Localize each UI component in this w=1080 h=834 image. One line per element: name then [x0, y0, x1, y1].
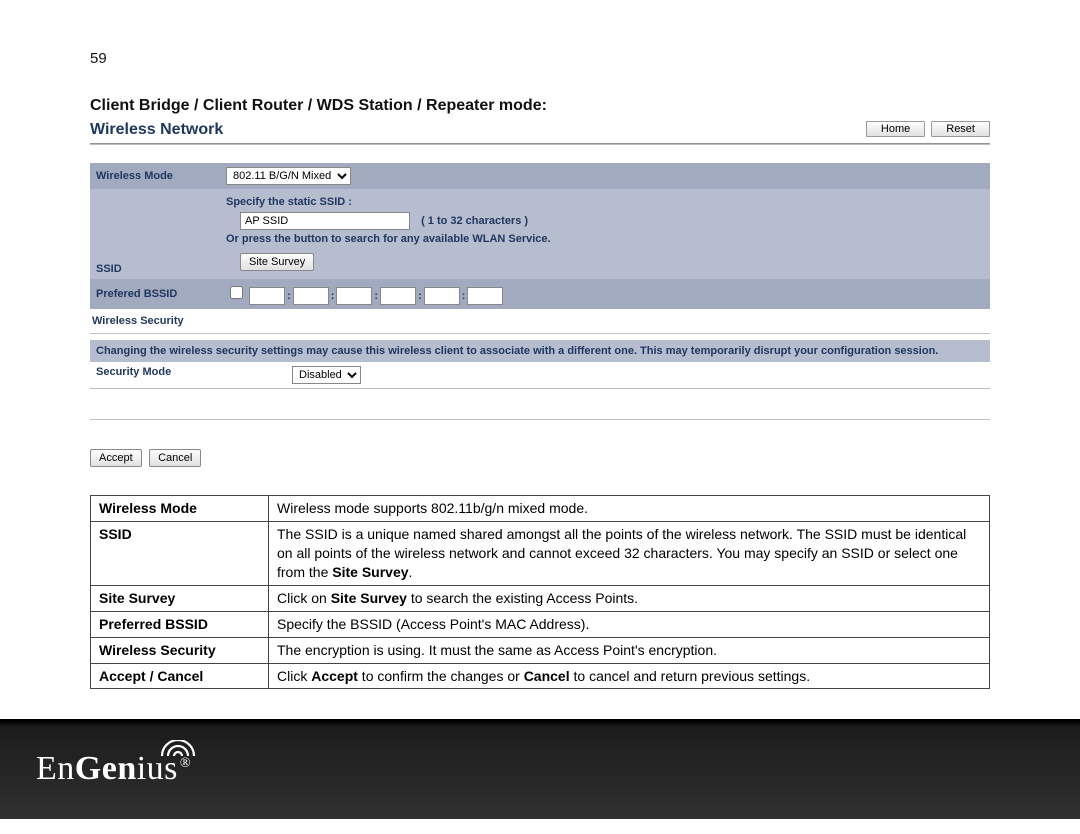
footer: EnGenius® [0, 719, 1080, 819]
desc-key: Wireless Mode [91, 496, 269, 522]
divider [90, 143, 990, 145]
desc-value: Click Accept to confirm the changes or C… [269, 663, 990, 689]
wireless-network-panel: Wireless Network Home Reset Wireless Mod… [90, 121, 990, 689]
security-mode-select[interactable]: Disabled [292, 366, 361, 384]
divider [90, 333, 990, 334]
settings-form: Wireless Mode 802.11 B/G/N Mixed SSID Sp… [90, 163, 990, 309]
page-number: 59 [90, 50, 990, 67]
ssid-label: SSID [90, 189, 220, 279]
cancel-button[interactable]: Cancel [149, 449, 201, 467]
or-press-text: Or press the button to search for any av… [226, 230, 984, 249]
mac-2[interactable] [293, 287, 329, 305]
engenius-logo: EnGenius® [36, 750, 191, 788]
ssid-input[interactable] [240, 212, 410, 230]
wireless-mode-label: Wireless Mode [90, 163, 220, 189]
wireless-security-heading: Wireless Security [92, 315, 990, 327]
mac-3[interactable] [336, 287, 372, 305]
desc-value: The encryption is using. It must the sam… [269, 637, 990, 663]
desc-value: Wireless mode supports 802.11b/g/n mixed… [269, 496, 990, 522]
home-button[interactable]: Home [866, 121, 925, 137]
desc-key: Wireless Security [91, 637, 269, 663]
bssid-checkbox[interactable] [230, 286, 243, 299]
desc-value: The SSID is a unique named shared amongs… [269, 522, 990, 586]
wifi-icon [160, 740, 196, 758]
description-table: Wireless ModeWireless mode supports 802.… [90, 495, 990, 689]
site-survey-button[interactable]: Site Survey [240, 253, 314, 271]
desc-value: Specify the BSSID (Access Point's MAC Ad… [269, 611, 990, 637]
security-mode-label: Security Mode [96, 366, 292, 384]
desc-value: Click on Site Survey to search the exist… [269, 585, 990, 611]
chars-note: ( 1 to 32 characters ) [421, 215, 528, 227]
accept-button[interactable]: Accept [90, 449, 142, 467]
reset-button[interactable]: Reset [931, 121, 990, 137]
section-title: Client Bridge / Client Router / WDS Stat… [90, 97, 990, 115]
warning-text: Changing the wireless security settings … [90, 340, 990, 362]
divider [90, 419, 990, 420]
mac-1[interactable] [249, 287, 285, 305]
mac-4[interactable] [380, 287, 416, 305]
mac-5[interactable] [424, 287, 460, 305]
desc-key: Preferred BSSID [91, 611, 269, 637]
desc-key: Accept / Cancel [91, 663, 269, 689]
wireless-mode-select[interactable]: 802.11 B/G/N Mixed [226, 167, 351, 185]
specify-ssid-text: Specify the static SSID : [226, 193, 984, 212]
panel-title: Wireless Network [90, 121, 223, 139]
desc-key: SSID [91, 522, 269, 586]
desc-key: Site Survey [91, 585, 269, 611]
prefered-bssid-label: Prefered BSSID [90, 279, 220, 309]
mac-6[interactable] [467, 287, 503, 305]
